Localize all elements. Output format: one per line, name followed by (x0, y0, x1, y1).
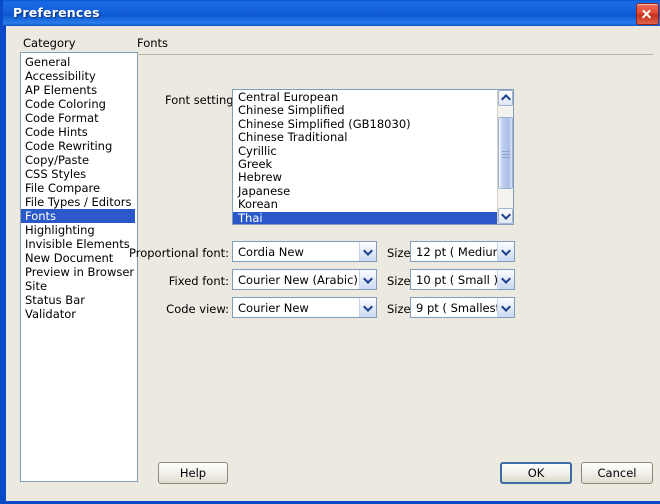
chevron-down-icon[interactable] (359, 270, 376, 289)
sidebar-item-file-types-editors[interactable]: File Types / Editors (21, 195, 137, 209)
list-item[interactable]: Chinese Traditional (233, 130, 497, 144)
font-settings-scrollbar[interactable] (497, 90, 513, 224)
fixed-font-combo[interactable]: Courier New (Arabic) (232, 269, 377, 290)
fixed-size-combo[interactable]: 10 pt ( Small ) (410, 269, 515, 290)
sidebar-item-ap-elements[interactable]: AP Elements (21, 83, 137, 97)
chevron-down-icon[interactable] (359, 298, 376, 317)
code-view-row: Code view: Courier New Size: 9 pt ( Smal… (6, 297, 660, 319)
proportional-font-row: Proportional font: Cordia New Size: 12 p… (6, 241, 660, 263)
category-label: Category (23, 36, 76, 50)
scrollbar-thumb[interactable] (498, 117, 513, 189)
sidebar-item-code-hints[interactable]: Code Hints (21, 125, 137, 139)
list-item[interactable]: Thai (233, 211, 497, 224)
chevron-down-icon[interactable] (359, 242, 376, 261)
sidebar-item-css-styles[interactable]: CSS Styles (21, 167, 137, 181)
sidebar-item-code-coloring[interactable]: Code Coloring (21, 97, 137, 111)
chevron-up-icon[interactable] (498, 90, 513, 106)
code-view-size-combo[interactable]: 9 pt ( Smallest (410, 297, 515, 318)
category-listbox[interactable]: General Accessibility AP Elements Code Colo… (20, 52, 138, 482)
window-title: Preferences (13, 5, 100, 20)
sidebar-item-code-rewriting[interactable]: Code Rewriting (21, 139, 137, 153)
dialog-client-area: Category General Accessibility AP Elements… (6, 26, 660, 501)
list-item[interactable]: Chinese Simplified (GB18030) (233, 117, 497, 131)
list-item[interactable]: Japanese (233, 184, 497, 198)
code-view-font-combo[interactable]: Courier New (232, 297, 377, 318)
chevron-down-icon[interactable] (497, 270, 514, 289)
help-button[interactable]: Help (158, 462, 228, 484)
list-item[interactable]: Central European (233, 90, 497, 104)
list-item[interactable]: Cyrillic (233, 144, 497, 158)
chevron-down-icon[interactable] (497, 242, 514, 261)
ok-button[interactable]: OK (500, 462, 572, 484)
cancel-button[interactable]: Cancel (581, 462, 653, 484)
proportional-font-label: Proportional font: (129, 246, 229, 260)
proportional-font-value: Cordia New (238, 245, 304, 259)
list-item[interactable]: Greek (233, 157, 497, 171)
proportional-size-combo[interactable]: 12 pt ( Medium ) (410, 241, 515, 262)
proportional-font-combo[interactable]: Cordia New (232, 241, 377, 262)
sidebar-item-highlighting[interactable]: Highlighting (21, 223, 137, 237)
code-view-size-value: 9 pt ( Smallest (416, 301, 501, 315)
code-view-label: Code view: (166, 302, 229, 316)
chevron-down-icon[interactable] (497, 298, 514, 317)
sidebar-item-code-format[interactable]: Code Format (21, 111, 137, 125)
fixed-font-value: Courier New (Arabic) (238, 273, 358, 287)
sidebar-item-accessibility[interactable]: Accessibility (21, 69, 137, 83)
fixed-font-label: Fixed font: (168, 274, 229, 288)
title-bar[interactable]: Preferences (3, 0, 660, 27)
fixed-size-value: 10 pt ( Small ) (416, 273, 498, 287)
list-item[interactable]: Korean (233, 197, 497, 211)
panel-divider (137, 54, 653, 55)
sidebar-item-general[interactable]: General (21, 55, 137, 69)
font-settings-listbox[interactable]: Central European Chinese Simplified Chines… (232, 89, 514, 225)
sidebar-item-fonts[interactable]: Fonts (21, 209, 135, 223)
sidebar-item-copy-paste[interactable]: Copy/Paste (21, 153, 137, 167)
fixed-font-row: Fixed font: Courier New (Arabic) Size: 1… (6, 269, 660, 291)
list-item[interactable]: Hebrew (233, 170, 497, 184)
list-item[interactable]: Chinese Simplified (233, 103, 497, 117)
preferences-dialog: Preferences Category General Accessibilit… (0, 0, 660, 504)
panel-title: Fonts (137, 36, 169, 50)
sidebar-item-file-compare[interactable]: File Compare (21, 181, 137, 195)
close-icon[interactable] (636, 3, 659, 25)
chevron-down-icon[interactable] (498, 208, 513, 224)
code-view-font-value: Courier New (238, 301, 309, 315)
